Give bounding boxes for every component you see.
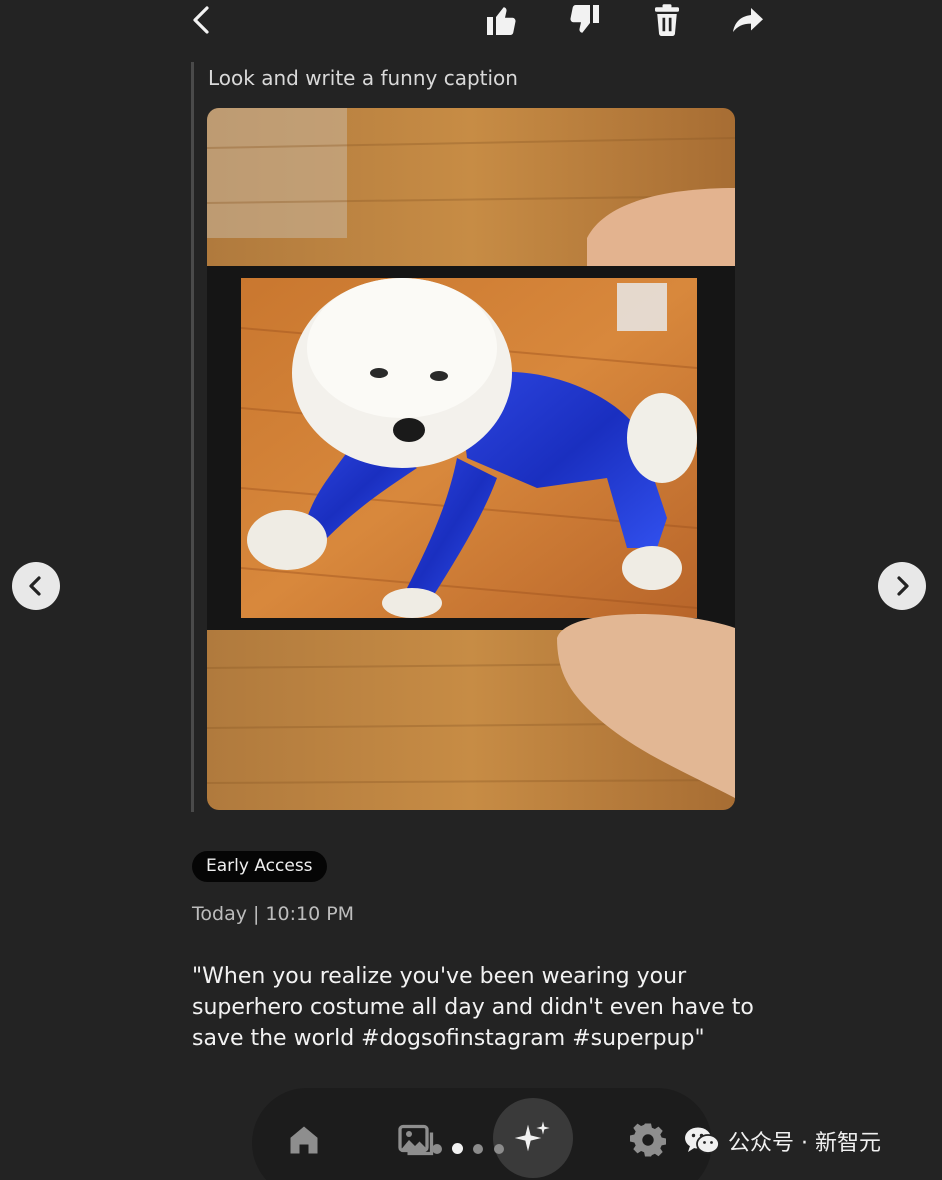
- app-screen: Look and write a funny caption Early Acc…: [0, 0, 942, 1180]
- message-timestamp: Today | 10:10 PM: [192, 903, 355, 925]
- share-button[interactable]: [730, 2, 766, 38]
- user-prompt: Look and write a funny caption: [208, 66, 518, 90]
- next-button[interactable]: [878, 562, 926, 610]
- nav-gallery-button[interactable]: [398, 1122, 438, 1162]
- watermark: 公众号 · 新智元: [684, 1124, 881, 1158]
- nav-create-button[interactable]: [493, 1098, 573, 1178]
- home-icon: [290, 1126, 318, 1154]
- wechat-icon: [685, 1127, 720, 1154]
- watermark-text: 公众号 · 新智元: [728, 1131, 881, 1156]
- chevron-left-icon: [29, 576, 41, 596]
- page-dot[interactable]: [494, 1144, 504, 1154]
- quote-bar: [191, 62, 194, 812]
- thumbs-down-icon: [570, 5, 599, 33]
- trash-icon: [655, 4, 679, 37]
- share-icon: [733, 8, 763, 32]
- nav-home-button[interactable]: [286, 1122, 322, 1162]
- settings-icon: [630, 1123, 666, 1157]
- uploaded-photo[interactable]: [207, 108, 735, 810]
- sparkle-icon: [514, 1121, 550, 1152]
- generated-caption: "When you realize you've been wearing yo…: [192, 964, 754, 1051]
- back-button[interactable]: [186, 4, 218, 36]
- delete-button[interactable]: [649, 2, 685, 38]
- dislike-button[interactable]: [566, 2, 602, 38]
- early-access-badge: Early Access: [192, 851, 327, 882]
- gallery-icon: [398, 1124, 434, 1156]
- page-dot[interactable]: [473, 1144, 483, 1154]
- chevron-left-icon: [193, 6, 209, 34]
- page-dot[interactable]: [432, 1144, 442, 1154]
- dog-photo-image: [207, 108, 735, 810]
- page-dot-active[interactable]: [452, 1143, 463, 1154]
- like-button[interactable]: [484, 2, 520, 38]
- chevron-right-icon: [897, 576, 909, 596]
- thumbs-up-icon: [487, 7, 516, 35]
- nav-settings-button[interactable]: [630, 1122, 666, 1162]
- previous-button[interactable]: [12, 562, 60, 610]
